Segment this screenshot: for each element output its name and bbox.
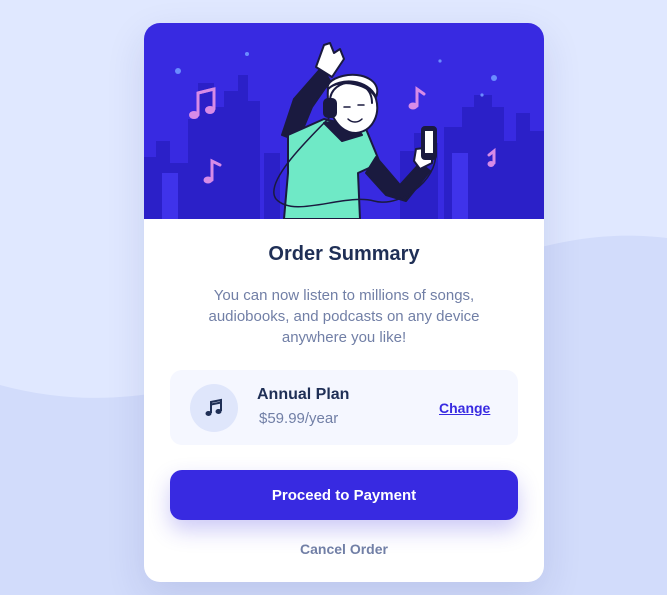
plan-box: Annual Plan $59.99/year Change	[170, 370, 518, 445]
order-description: You can now listen to millions of songs,…	[208, 287, 480, 346]
music-note-icon	[190, 384, 238, 432]
plan-price: $59.99/year	[259, 410, 339, 427]
proceed-to-payment-button[interactable]: Proceed to Payment	[170, 470, 518, 520]
plan-name: Annual Plan	[257, 386, 350, 403]
order-summary-title: Order Summary	[268, 243, 420, 265]
hero-illustration	[144, 23, 544, 219]
change-plan-link[interactable]: Change	[439, 400, 490, 416]
cancel-order-button[interactable]: Cancel Order	[144, 541, 544, 557]
order-summary-card: Order Summary You can now listen to mill…	[144, 23, 544, 582]
